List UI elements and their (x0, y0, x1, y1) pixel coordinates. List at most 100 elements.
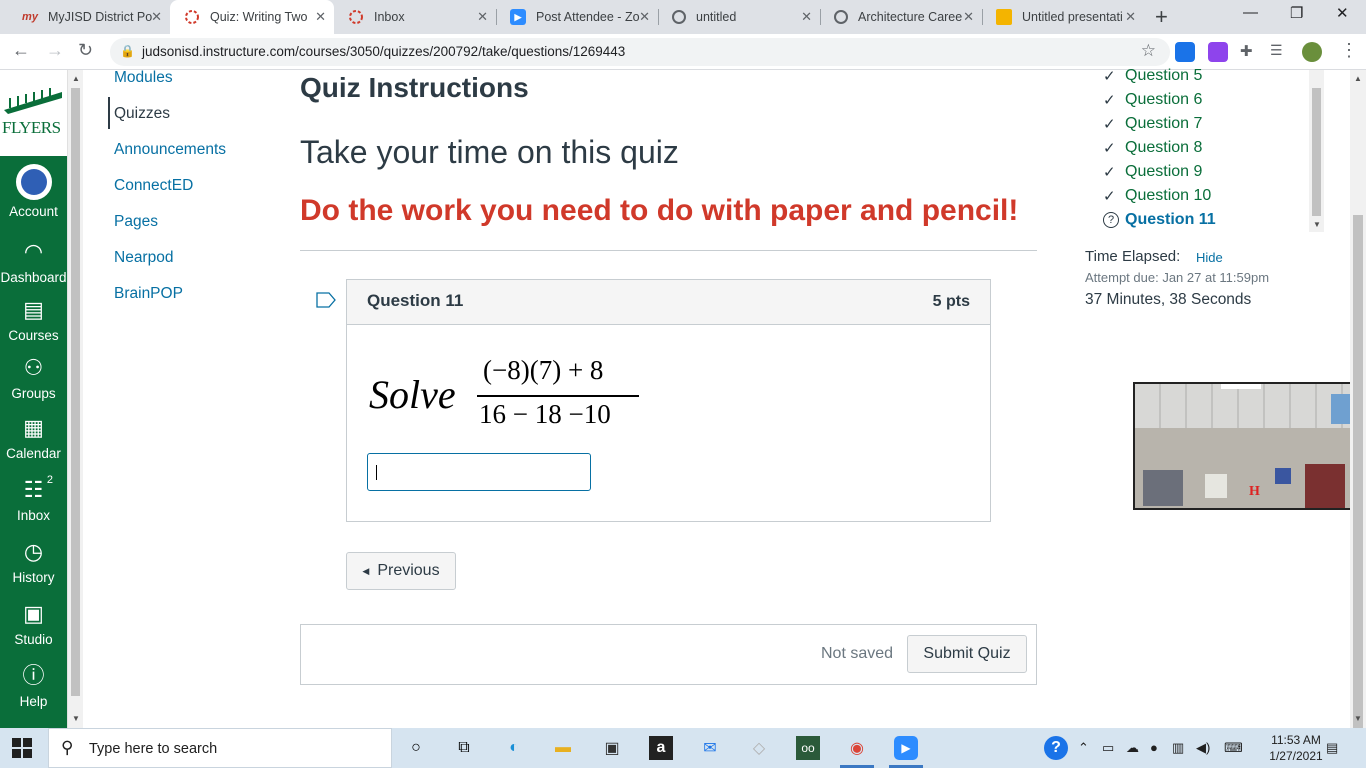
close-tab-icon[interactable]: ✕ (477, 9, 488, 25)
tripadvisor-icon[interactable]: oo (796, 736, 820, 760)
global-nav-courses[interactable]: ▤ Courses (0, 296, 67, 343)
course-nav-connected[interactable]: ConnectED (114, 177, 193, 195)
browser-tab-presentation[interactable]: Untitled presentati ✕ (982, 0, 1144, 34)
question-link-11[interactable]: ? Question 11 (1103, 211, 1216, 229)
question-link-5[interactable]: ✓ Question 5 (1103, 67, 1202, 85)
question-link-6[interactable]: ✓ Question 6 (1103, 91, 1202, 109)
global-nav-history[interactable]: ◷ History (0, 538, 67, 585)
lock-icon: 🔒 (120, 44, 135, 58)
task-view-icon[interactable]: ⧉ (452, 736, 476, 760)
microphone-icon[interactable]: ● (1150, 740, 1158, 755)
network-icon[interactable]: ▥ (1172, 740, 1184, 756)
dashboard-icon: ◠ (23, 239, 44, 264)
nav-scrollbar[interactable]: ▲ ▼ (67, 70, 83, 728)
cortana-icon[interactable]: ○ (404, 736, 428, 760)
global-nav-studio[interactable]: ▣ Studio (0, 600, 67, 647)
help-tray-icon[interactable]: ? (1044, 736, 1068, 760)
bookmark-star-icon[interactable]: ☆ (1141, 41, 1156, 61)
dropbox-icon[interactable]: ◇ (747, 736, 771, 760)
taskbar-search[interactable]: ⚲ Type here to search (48, 728, 392, 768)
close-tab-icon[interactable]: ✕ (963, 9, 974, 25)
amazon-icon[interactable]: a (649, 736, 673, 760)
address-bar[interactable]: 🔒 judsonisd.instructure.com/courses/3050… (110, 38, 1170, 66)
scroll-up-icon[interactable]: ▲ (1354, 74, 1362, 83)
system-clock[interactable]: 11:53 AM 1/27/2021 (1264, 732, 1328, 764)
chrome-icon[interactable]: ◉ (845, 736, 869, 760)
course-nav-pages[interactable]: Pages (114, 213, 158, 231)
global-nav-inbox[interactable]: ☷ 2 Inbox (0, 474, 67, 523)
global-nav-groups[interactable]: ⚇ Groups (0, 354, 67, 401)
webcam-preview[interactable]: H (1133, 382, 1358, 510)
store-icon[interactable]: ▣ (600, 736, 624, 760)
scroll-down-icon[interactable]: ▼ (1313, 220, 1321, 229)
chevron-up-icon[interactable]: ⌃ (1078, 740, 1089, 756)
extension-icon[interactable] (1175, 42, 1195, 62)
course-nav-brainpop[interactable]: BrainPOP (114, 285, 183, 303)
back-icon[interactable]: ← (12, 40, 30, 61)
extension-icon[interactable] (1208, 42, 1228, 62)
reading-list-icon[interactable]: ☰ (1270, 42, 1290, 62)
previous-button[interactable]: ◀ Previous (346, 552, 456, 590)
profile-avatar-icon[interactable] (1302, 42, 1322, 62)
reload-icon[interactable]: ↻ (78, 40, 93, 61)
page-scrollbar[interactable]: ▲ ▼ (1350, 70, 1366, 768)
scroll-down-icon[interactable]: ▼ (72, 714, 80, 723)
close-tab-icon[interactable]: ✕ (315, 9, 326, 25)
checkmark-icon: ✓ (1103, 188, 1116, 205)
browser-tab-untitled[interactable]: untitled ✕ (658, 0, 820, 34)
scrollbar-thumb[interactable] (1353, 215, 1363, 768)
forward-icon[interactable]: → (46, 40, 64, 61)
school-logo[interactable]: FLYERS (0, 70, 67, 156)
keyboard-icon[interactable]: ⌨ (1224, 740, 1243, 756)
volume-icon[interactable]: ◀) (1196, 740, 1210, 756)
scrollbar-thumb[interactable] (71, 88, 80, 696)
global-nav-calendar[interactable]: ▦ Calendar (0, 414, 67, 461)
minimize-icon[interactable]: — (1243, 4, 1258, 21)
global-nav-dashboard[interactable]: ◠ Dashboard (0, 238, 67, 285)
hide-timer-link[interactable]: Hide (1196, 250, 1223, 265)
onedrive-icon[interactable]: ☁ (1126, 740, 1139, 756)
close-tab-icon[interactable]: ✕ (151, 9, 162, 25)
global-nav-help[interactable]: ⓘ Help (0, 662, 67, 709)
close-window-icon[interactable]: ✕ (1336, 4, 1349, 22)
new-tab-icon[interactable]: + (1155, 4, 1168, 30)
meeting-icon[interactable]: ▭ (1102, 740, 1114, 756)
course-nav-modules[interactable]: Modules (114, 69, 173, 87)
mail-icon[interactable]: ✉ (698, 736, 722, 760)
global-nav-account[interactable]: Account (0, 164, 67, 219)
close-tab-icon[interactable]: ✕ (639, 9, 650, 25)
submit-quiz-button[interactable]: Submit Quiz (907, 635, 1027, 673)
question-link-10[interactable]: ✓ Question 10 (1103, 187, 1211, 205)
scroll-up-icon[interactable]: ▲ (72, 74, 80, 83)
menu-icon[interactable]: ⋮ (1340, 40, 1358, 61)
question-link-9[interactable]: ✓ Question 9 (1103, 163, 1202, 181)
course-nav-announcements[interactable]: Announcements (114, 141, 226, 159)
edge-icon[interactable]: ◐ (502, 736, 526, 760)
answer-input[interactable] (367, 453, 591, 491)
zoom-app-icon[interactable]: ▶ (894, 736, 918, 760)
webcam-poster (1205, 474, 1227, 498)
scrollbar-thumb[interactable] (1312, 88, 1321, 216)
scroll-down-icon[interactable]: ▼ (1354, 714, 1362, 723)
save-status: Not saved (821, 645, 894, 662)
close-tab-icon[interactable]: ✕ (1125, 9, 1136, 25)
restore-icon[interactable]: ❐ (1290, 4, 1303, 22)
file-explorer-icon[interactable]: ▬ (551, 736, 575, 760)
question-link-8[interactable]: ✓ Question 8 (1103, 139, 1202, 157)
notifications-icon[interactable]: ▤ (1326, 740, 1338, 756)
browser-tab-quiz[interactable]: Quiz: Writing Two ✕ (170, 0, 334, 34)
extensions-puzzle-icon[interactable]: ✚ (1240, 42, 1260, 62)
webcam-poster (1331, 394, 1351, 424)
browser-tab-inbox[interactable]: Inbox ✕ (334, 0, 496, 34)
close-tab-icon[interactable]: ✕ (801, 9, 812, 25)
browser-tab-architecture[interactable]: Architecture Caree ✕ (820, 0, 982, 34)
webcam-poster (1275, 468, 1291, 484)
question-list-scrollbar[interactable]: ▼ (1309, 70, 1324, 232)
browser-tab-zoom[interactable]: ▶ Post Attendee - Zo ✕ (496, 0, 658, 34)
course-nav-quizzes[interactable]: Quizzes (114, 105, 170, 123)
question-link-7[interactable]: ✓ Question 7 (1103, 115, 1202, 133)
flag-question-icon[interactable] (316, 292, 336, 313)
course-nav-nearpod[interactable]: Nearpod (114, 249, 173, 267)
browser-tab-myjisd[interactable]: my MyJISD District Po ✕ (8, 0, 170, 34)
windows-start-icon[interactable] (12, 738, 32, 758)
